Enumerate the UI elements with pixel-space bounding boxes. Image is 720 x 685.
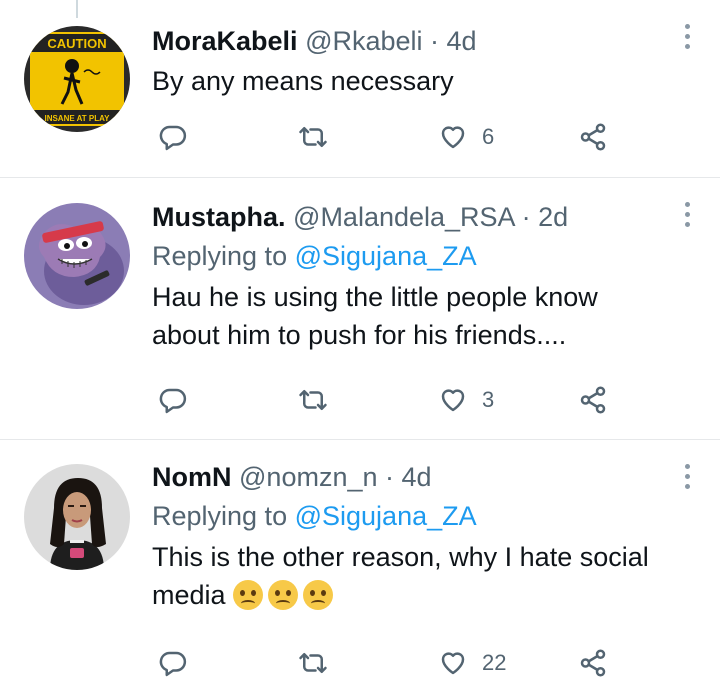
share-button[interactable] [578, 120, 608, 154]
reply-icon [159, 388, 187, 414]
share-icon [580, 123, 606, 151]
replying-to: Replying to @Sigujana_ZA [152, 238, 660, 274]
woozy-face-emoji [233, 580, 264, 610]
tweet-header: NomN @nomzn_n · 4d [152, 460, 660, 494]
heart-icon [441, 126, 465, 149]
tweet[interactable]: NomN @nomzn_n · 4d Replying to @Sigujana… [0, 439, 720, 685]
like-count: 6 [482, 124, 495, 149]
thread-line [76, 0, 78, 18]
retweet-icon [299, 653, 327, 673]
tweet[interactable]: Mustapha. @Malandela_RSA · 2d Replying t… [0, 177, 720, 439]
replying-to-handle[interactable]: @Sigujana_ZA [295, 241, 477, 271]
share-icon [580, 649, 606, 677]
tweet-text: By any means necessary [152, 66, 454, 96]
like-button[interactable]: 22 [438, 646, 506, 680]
more-icon[interactable] [684, 202, 692, 232]
tweet-body: NomN @nomzn_n · 4d Replying to @Sigujana… [152, 460, 660, 614]
caution-sign-avatar: CAUTION INSANE AT PLAY [24, 26, 130, 132]
retweet-button[interactable] [298, 383, 328, 417]
retweet-icon [299, 390, 327, 410]
svg-text:CAUTION: CAUTION [47, 36, 106, 51]
avatar[interactable] [24, 464, 130, 570]
tweet-text: This is the other reason, why I hate soc… [152, 542, 649, 610]
avatar[interactable] [24, 203, 130, 309]
share-icon [580, 386, 606, 414]
more-icon[interactable] [684, 464, 692, 494]
tweet-actions: 6 [152, 120, 622, 154]
tweet-body: MoraKabeli @Rkabeli · 4d By any means ne… [152, 24, 660, 100]
more-icon[interactable] [684, 24, 692, 54]
user-handle[interactable]: @nomzn_n [239, 462, 377, 492]
cartoon-character-avatar [24, 203, 130, 309]
reply-button[interactable] [158, 383, 188, 417]
retweet-button[interactable] [298, 646, 328, 680]
display-name[interactable]: Mustapha. [152, 202, 286, 232]
like-button[interactable]: 3 [438, 383, 494, 417]
replying-to: Replying to @Sigujana_ZA [152, 498, 660, 534]
retweet-button[interactable] [298, 120, 328, 154]
tweet-time[interactable]: · 2d [522, 202, 569, 232]
tweet-time[interactable]: · 4d [385, 462, 432, 492]
avatar[interactable]: CAUTION INSANE AT PLAY [24, 26, 130, 132]
tweet-header: MoraKabeli @Rkabeli · 4d [152, 24, 660, 58]
reply-button[interactable] [158, 120, 188, 154]
heart-icon [441, 389, 465, 412]
retweet-icon [299, 127, 327, 147]
tweet-text: Hau he is using the little people know a… [152, 282, 598, 350]
like-count: 3 [482, 387, 495, 412]
tweet-actions: 3 [152, 383, 622, 417]
tweet-header: Mustapha. @Malandela_RSA · 2d [152, 200, 660, 234]
tweet-text-container: This is the other reason, why I hate soc… [152, 538, 660, 614]
replying-to-label: Replying to [152, 241, 288, 271]
tweet-body: Mustapha. @Malandela_RSA · 2d Replying t… [152, 200, 660, 354]
share-button[interactable] [578, 383, 608, 417]
reply-button[interactable] [158, 646, 188, 680]
user-handle[interactable]: @Malandela_RSA [293, 202, 514, 232]
tweet-time[interactable]: · 4d [430, 26, 477, 56]
reply-icon [159, 125, 187, 151]
woman-portrait-avatar [24, 464, 130, 570]
tweet[interactable]: CAUTION INSANE AT PLAY MoraKabeli @Rkabe… [0, 0, 720, 177]
share-button[interactable] [578, 646, 608, 680]
tweet-actions: 22 [152, 646, 622, 680]
woozy-face-emoji [303, 580, 334, 610]
display-name[interactable]: MoraKabeli [152, 26, 298, 56]
like-button[interactable]: 6 [438, 120, 494, 154]
svg-text:INSANE AT PLAY: INSANE AT PLAY [44, 114, 110, 123]
reply-icon [159, 651, 187, 677]
heart-icon [441, 652, 465, 675]
replying-to-handle[interactable]: @Sigujana_ZA [295, 501, 477, 531]
woozy-face-emoji [268, 580, 299, 610]
replying-to-label: Replying to [152, 501, 288, 531]
user-handle[interactable]: @Rkabeli [305, 26, 422, 56]
like-count: 22 [482, 650, 507, 675]
display-name[interactable]: NomN [152, 462, 232, 492]
